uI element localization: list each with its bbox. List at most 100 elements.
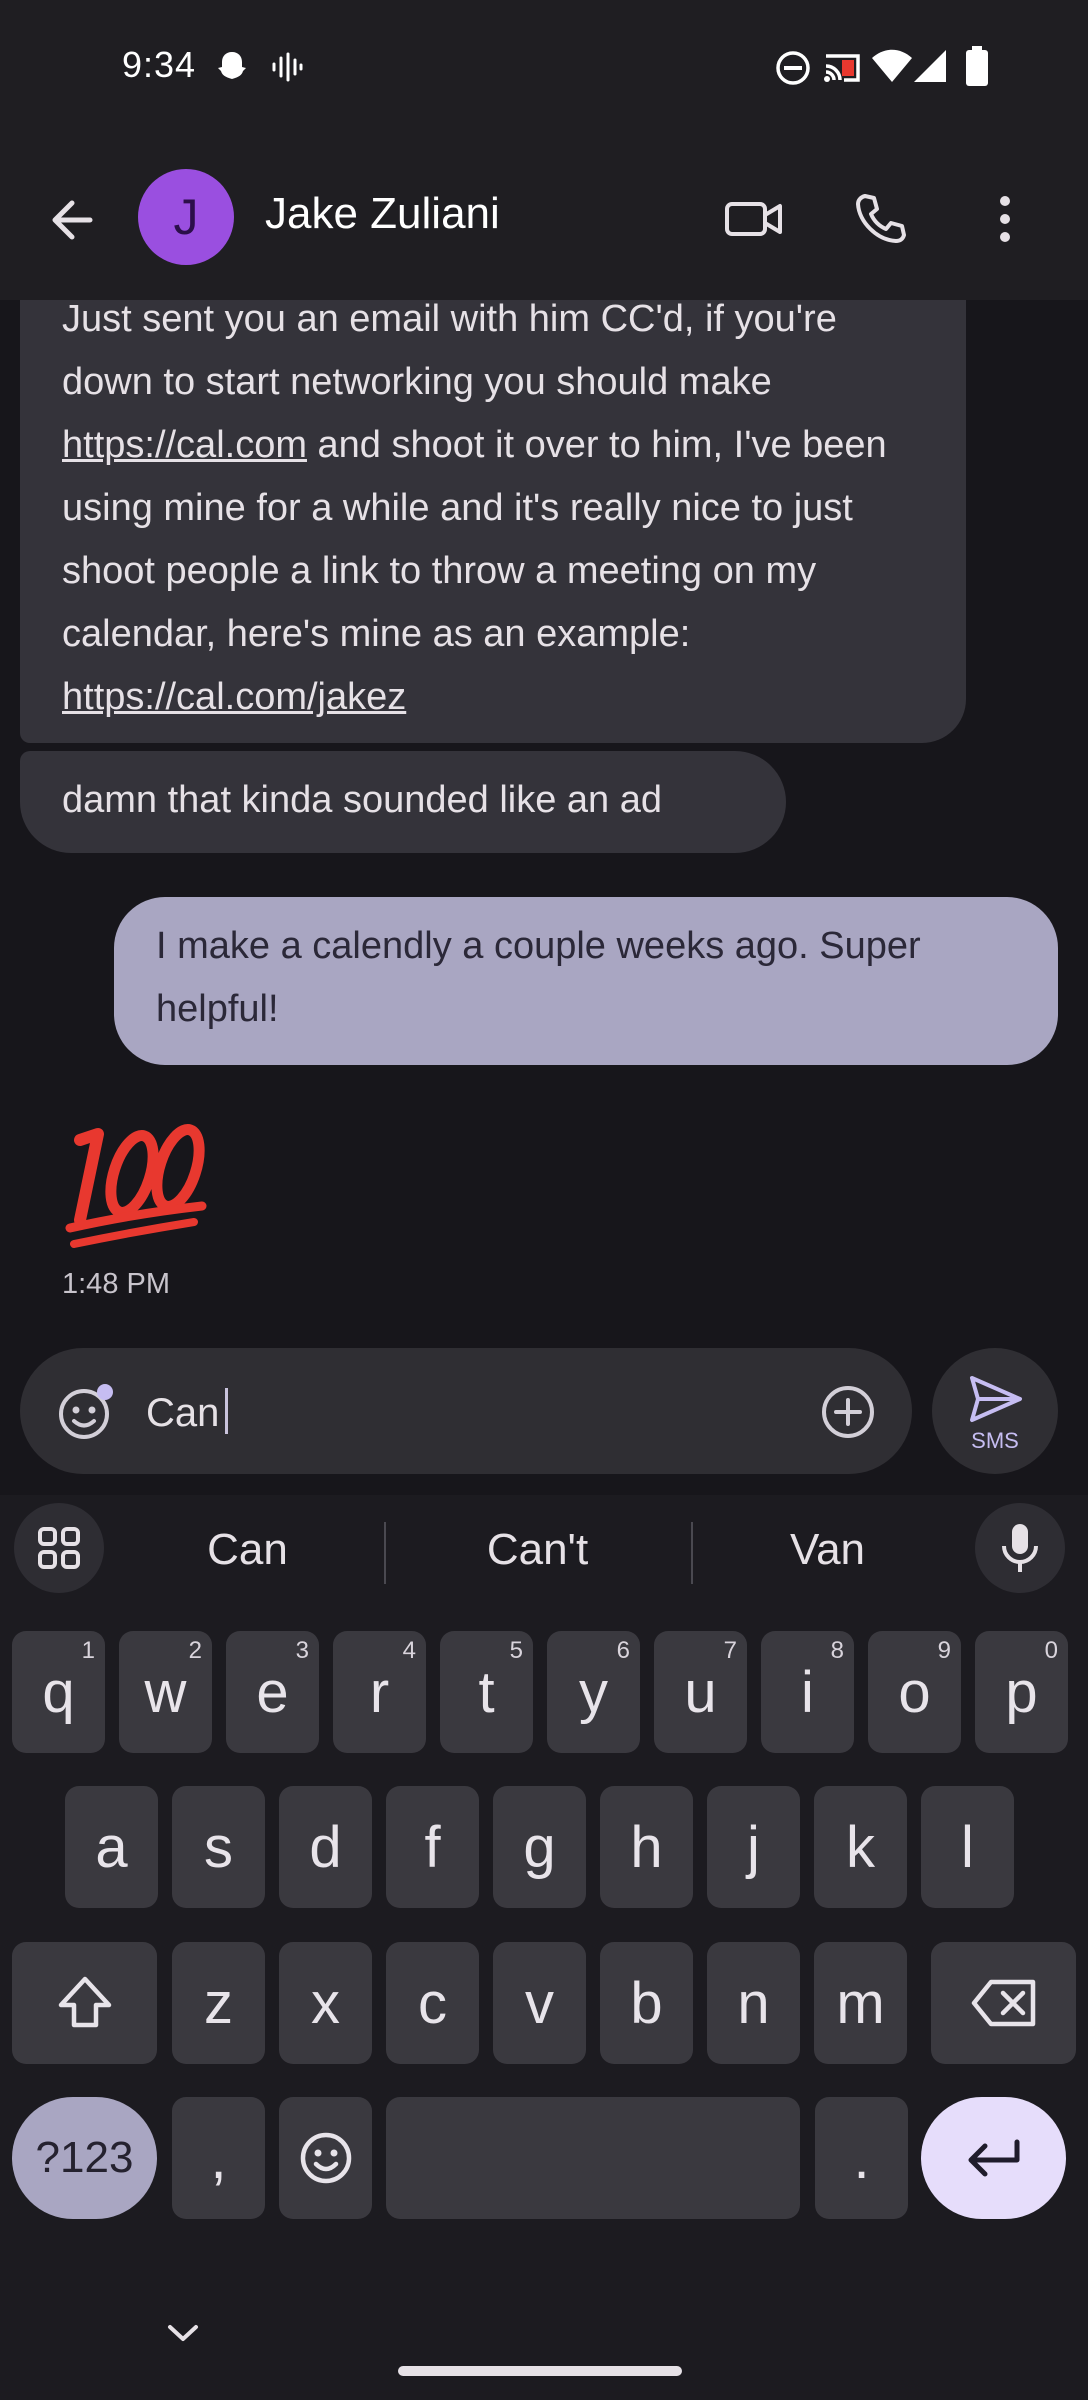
key-label: y: [579, 1659, 608, 1725]
key-t[interactable]: t5: [440, 1631, 533, 1753]
avatar[interactable]: J: [138, 169, 234, 265]
key-number-hint: 7: [723, 1637, 737, 1664]
key-j[interactable]: j: [707, 1786, 800, 1908]
key-h[interactable]: h: [600, 1786, 693, 1908]
enter-icon: [968, 2139, 1019, 2177]
key-number-hint: 9: [937, 1637, 951, 1664]
key-label: s: [204, 1814, 233, 1880]
backspace-icon: [971, 1979, 1035, 2027]
status-bar: 9:34: [0, 0, 1088, 135]
emoji-picker-icon[interactable]: [56, 1382, 116, 1447]
incoming-message[interactable]: Just sent you an email with him CC'd, if…: [20, 300, 966, 743]
message-list[interactable]: Just sent you an email with him CC'd, if…: [0, 300, 1088, 1345]
key-l[interactable]: l: [921, 1786, 1014, 1908]
key-label: z: [204, 1970, 233, 2036]
key-label: r: [369, 1659, 390, 1725]
key-e[interactable]: e3: [226, 1631, 319, 1753]
outgoing-message[interactable]: I make a calendly a couple weeks ago. Su…: [114, 897, 1058, 1065]
key-label: k: [846, 1814, 875, 1880]
space-key[interactable]: [386, 2097, 800, 2219]
key-p[interactable]: p0: [975, 1631, 1068, 1753]
status-time: 9:34: [122, 44, 197, 85]
more-options-button[interactable]: [965, 179, 1045, 259]
more-options-icon: [1000, 196, 1010, 242]
video-call-button[interactable]: [714, 179, 794, 259]
key-n[interactable]: n: [707, 1942, 800, 2064]
back-button[interactable]: [38, 185, 108, 255]
send-icon: [970, 1376, 1022, 1422]
key-label: f: [424, 1814, 441, 1880]
keyboard-menu-button[interactable]: [14, 1503, 104, 1593]
key-number-hint: 2: [188, 1637, 202, 1664]
suggestion-1[interactable]: Can: [130, 1525, 365, 1575]
message-link[interactable]: https://cal.com: [62, 424, 307, 466]
period-key[interactable]: .: [815, 2097, 908, 2219]
suggestion-2[interactable]: Can't: [420, 1525, 655, 1575]
contact-name[interactable]: Jake Zuliani: [265, 189, 500, 239]
key-u[interactable]: u7: [654, 1631, 747, 1753]
comma-key[interactable]: ,: [172, 2097, 265, 2219]
key-q[interactable]: q1: [12, 1631, 105, 1753]
message-composer[interactable]: Can: [20, 1348, 912, 1474]
emoji-key[interactable]: [279, 2097, 372, 2219]
key-label: d: [309, 1814, 342, 1880]
message-text: damn that kinda sounded like an ad: [62, 779, 662, 821]
key-d[interactable]: d: [279, 1786, 372, 1908]
suggestion-3[interactable]: Van: [710, 1525, 945, 1575]
key-label: i: [801, 1659, 814, 1725]
key-label: n: [737, 1970, 770, 2036]
key-label: v: [525, 1970, 554, 2036]
key-r[interactable]: r4: [333, 1631, 426, 1753]
hundred-points-emoji[interactable]: [62, 1110, 212, 1255]
key-o[interactable]: o9: [868, 1631, 961, 1753]
key-b[interactable]: b: [600, 1942, 693, 2064]
suggestion-divider: [384, 1522, 386, 1584]
shift-key[interactable]: [12, 1942, 157, 2064]
phone-icon: [856, 194, 906, 243]
key-a[interactable]: a: [65, 1786, 158, 1908]
backspace-key[interactable]: [931, 1942, 1076, 2064]
symbols-key[interactable]: ?123: [12, 2097, 157, 2219]
key-y[interactable]: y6: [547, 1631, 640, 1753]
key-m[interactable]: m: [814, 1942, 907, 2064]
key-s[interactable]: s: [172, 1786, 265, 1908]
key-number-hint: 6: [616, 1637, 630, 1664]
voice-input-button[interactable]: [975, 1503, 1065, 1593]
wifi-icon: [870, 48, 914, 89]
snapchat-icon: [212, 48, 252, 93]
key-x[interactable]: x: [279, 1942, 372, 2064]
hide-keyboard-chevron-icon[interactable]: [166, 2322, 200, 2349]
key-c[interactable]: c: [386, 1942, 479, 2064]
key-number-hint: 4: [402, 1637, 416, 1664]
key-i[interactable]: i8: [761, 1631, 854, 1753]
key-label: u: [684, 1659, 717, 1725]
message-input[interactable]: Can: [146, 1388, 229, 1436]
grid-menu-icon: [38, 1527, 80, 1569]
key-g[interactable]: g: [493, 1786, 586, 1908]
phone-call-button[interactable]: [840, 179, 920, 259]
key-k[interactable]: k: [814, 1786, 907, 1908]
message-link[interactable]: https://cal.com/jakez: [62, 676, 406, 718]
key-label: h: [630, 1814, 663, 1880]
conversation-header: J Jake Zuliani: [0, 135, 1088, 300]
text-cursor: [225, 1388, 229, 1434]
key-label: q: [42, 1659, 75, 1725]
key-f[interactable]: f: [386, 1786, 479, 1908]
home-indicator[interactable]: [398, 2366, 682, 2376]
key-label: p: [1005, 1659, 1038, 1725]
key-number-hint: 3: [295, 1637, 309, 1664]
microphone-icon: [1002, 1524, 1038, 1572]
add-attachment-icon[interactable]: [820, 1384, 876, 1445]
shift-icon: [58, 1976, 111, 2028]
cast-icon: [822, 50, 862, 91]
on-screen-keyboard: Can Can't Van ?123 , . q1w2e3r4t5y6u7i8o…: [0, 1495, 1088, 2400]
key-label: b: [630, 1970, 663, 2036]
emoji-icon: [300, 2132, 351, 2184]
key-w[interactable]: w2: [119, 1631, 212, 1753]
key-z[interactable]: z: [172, 1942, 265, 2064]
incoming-message[interactable]: damn that kinda sounded like an ad: [20, 751, 786, 853]
send-sms-button[interactable]: SMS: [932, 1348, 1058, 1474]
enter-key[interactable]: [921, 2097, 1066, 2219]
key-label: l: [961, 1814, 974, 1880]
key-v[interactable]: v: [493, 1942, 586, 2064]
